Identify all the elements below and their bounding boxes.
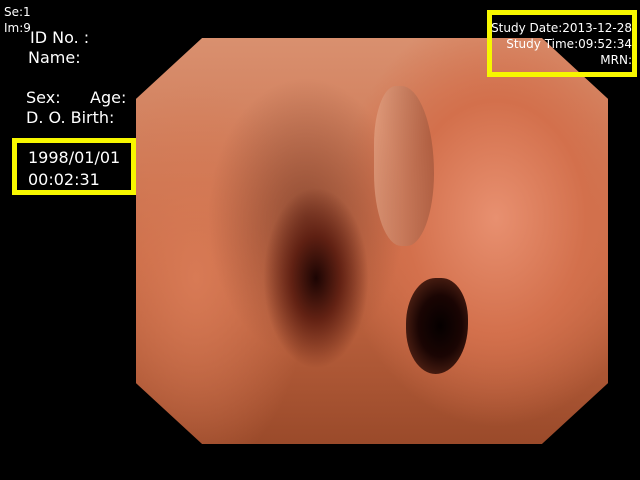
dob-label: D. O. Birth: (26, 108, 115, 127)
lumen (406, 278, 468, 374)
clock-date: 1998/01/01 (28, 148, 121, 167)
series-label: Se:1 (4, 5, 31, 19)
name-label: Name: (28, 48, 81, 67)
mrn-label: MRN: (600, 53, 632, 67)
age-label: Age: (90, 88, 127, 107)
image-label: Im:9 (4, 21, 31, 35)
study-date: Study Date:2013-12-28 (491, 21, 632, 35)
id-label: ID No. : (30, 28, 90, 47)
study-time: Study Time:09:52:34 (506, 37, 632, 51)
clock-time: 00:02:31 (28, 170, 100, 189)
mucosal-fold (374, 86, 434, 246)
endoscopic-view (136, 38, 608, 444)
sex-label: Sex: (26, 88, 61, 107)
